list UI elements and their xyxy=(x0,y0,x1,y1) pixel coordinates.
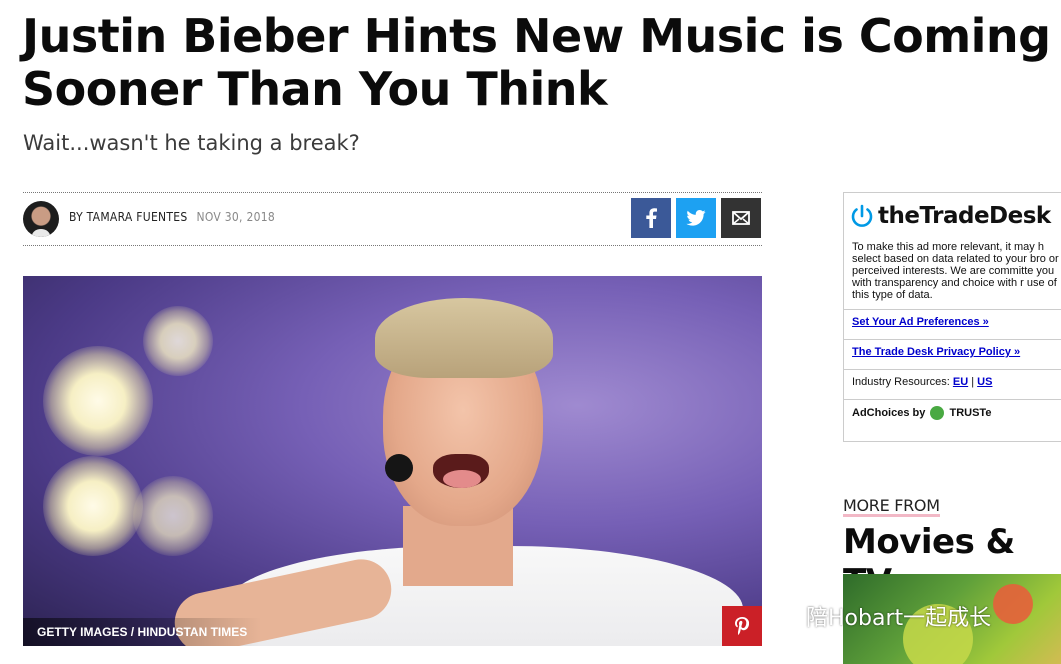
byline-bar: BY TAMARA FUENTES NOV 30, 2018 xyxy=(23,192,762,246)
ad-brand-name: theTradeDesk xyxy=(878,203,1051,229)
eu-link[interactable]: EU xyxy=(953,376,968,388)
ad-row-privacy: The Trade Desk Privacy Policy » xyxy=(844,339,1061,369)
ad-panel[interactable]: theTradeDesk To make this ad more releva… xyxy=(843,192,1061,442)
bokeh-light xyxy=(143,306,213,376)
ad-row-adchoices: AdChoices by TRUSTe xyxy=(844,399,1061,443)
performer-tongue xyxy=(443,470,481,488)
author-name[interactable]: BY TAMARA FUENTES xyxy=(69,210,187,224)
headset-microphone xyxy=(385,454,413,482)
email-share-button[interactable] xyxy=(721,198,761,238)
article-headline: Justin Bieber Hints New Music is Coming … xyxy=(22,9,1051,116)
ad-preferences-link[interactable]: Set Your Ad Preferences » xyxy=(852,316,989,328)
bokeh-light xyxy=(133,476,213,556)
industry-resources-label: Industry Resources: xyxy=(852,376,950,388)
ad-disclosure-text: To make this ad more relevant, it may h … xyxy=(852,241,1059,301)
ad-privacy-link[interactable]: The Trade Desk Privacy Policy » xyxy=(852,346,1020,358)
watermark: 陪Hobart一起成长 xyxy=(764,600,991,632)
bokeh-light xyxy=(43,456,143,556)
facebook-icon xyxy=(646,208,657,228)
envelope-icon xyxy=(732,211,750,225)
twitter-share-button[interactable] xyxy=(676,198,716,238)
author-avatar[interactable] xyxy=(23,201,59,237)
byline: BY TAMARA FUENTES NOV 30, 2018 xyxy=(69,210,275,224)
ad-row-preferences: Set Your Ad Preferences » xyxy=(844,309,1061,339)
more-from-label: MORE FROM xyxy=(843,496,940,517)
pinterest-share-button[interactable] xyxy=(722,606,762,646)
facebook-share-button[interactable] xyxy=(631,198,671,238)
ad-row-industry: Industry Resources: EU | US xyxy=(844,369,1061,399)
image-credit: GETTY IMAGES / HINDUSTAN TIMES xyxy=(23,618,262,646)
link-separator: | xyxy=(971,376,975,388)
ad-brand-logo[interactable]: theTradeDesk xyxy=(850,203,1051,229)
twitter-icon xyxy=(686,210,706,226)
wechat-icon xyxy=(765,602,799,629)
adchoices-label: AdChoices by xyxy=(852,406,926,419)
hero-image: GETTY IMAGES / HINDUSTAN TIMES xyxy=(23,276,762,646)
truste-icon xyxy=(930,406,945,420)
article-dek: Wait...wasn't he taking a break? xyxy=(23,131,360,155)
power-icon xyxy=(851,204,873,227)
us-link[interactable]: US xyxy=(977,376,992,388)
bokeh-light xyxy=(43,346,153,456)
pinterest-icon xyxy=(735,617,749,635)
truste-label[interactable]: TRUSTe xyxy=(949,407,991,419)
publish-date: NOV 30, 2018 xyxy=(196,210,276,224)
watermark-text: 陪Hobart一起成长 xyxy=(806,606,992,631)
performer-hair xyxy=(375,298,553,378)
